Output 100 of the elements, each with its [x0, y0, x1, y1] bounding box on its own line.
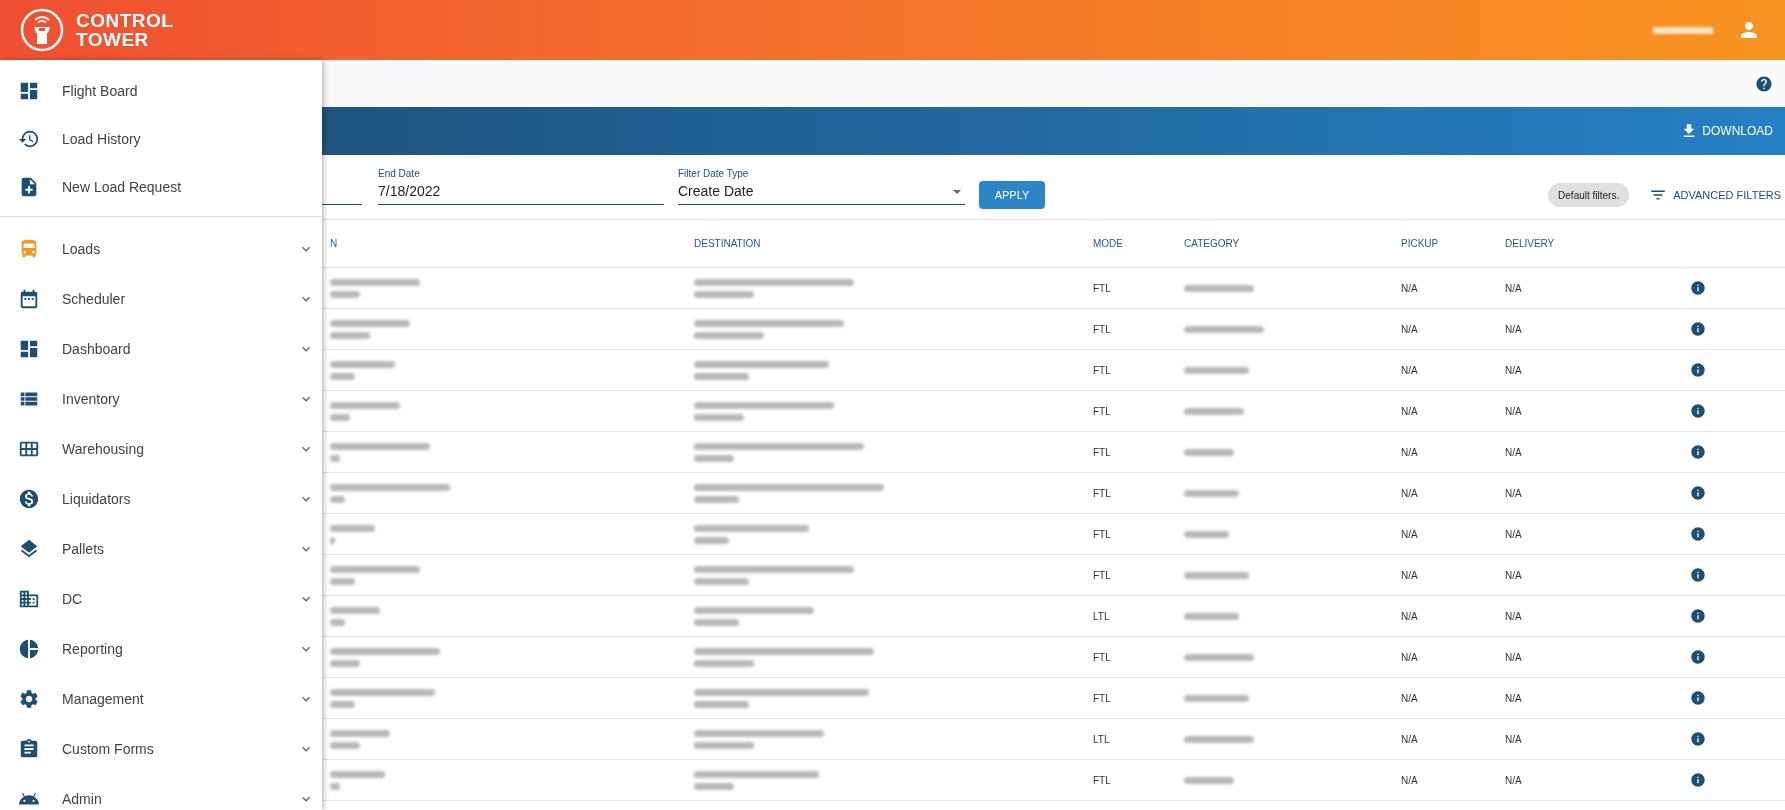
- nav-group[interactable]: Inventory: [0, 374, 322, 424]
- pickup-cell-text: N/A: [1401, 486, 1419, 501]
- dashboard-icon: [18, 80, 40, 102]
- info-icon[interactable]: [1690, 280, 1706, 296]
- blurred-text: [330, 524, 375, 532]
- blurred-text: [1184, 366, 1249, 374]
- blurred-text: [330, 536, 335, 544]
- nav-item[interactable]: Load History: [0, 115, 322, 163]
- nav-group[interactable]: Custom Forms: [0, 724, 322, 774]
- nav-group[interactable]: DC: [0, 574, 322, 624]
- info-icon[interactable]: [1690, 485, 1706, 501]
- nav-group[interactable]: Dashboard: [0, 324, 322, 374]
- info-icon[interactable]: [1690, 526, 1706, 542]
- blurred-username: [1653, 26, 1713, 34]
- mode-cell-text: FTL: [1093, 568, 1112, 583]
- blurred-text: [1184, 448, 1234, 456]
- pickup-cell-text: N/A: [1401, 773, 1419, 788]
- info-icon[interactable]: [1690, 403, 1706, 419]
- delivery-cell-text: N/A: [1505, 404, 1523, 419]
- info-icon[interactable]: [1690, 690, 1706, 706]
- delivery-cell-text: N/A: [1505, 732, 1523, 747]
- blurred-text: [330, 360, 395, 368]
- blurred-text: [330, 454, 340, 462]
- info-icon[interactable]: [1690, 731, 1706, 747]
- blurred-text: [694, 536, 729, 544]
- pickup-cell-text: N/A: [1401, 650, 1419, 665]
- delivery-cell-text: N/A: [1505, 650, 1523, 665]
- nav-group[interactable]: Pallets: [0, 524, 322, 574]
- nav-group[interactable]: Admin: [0, 774, 322, 810]
- blurred-text: [330, 606, 380, 614]
- pickup-cell-text: N/A: [1401, 363, 1419, 378]
- blurred-text: [1184, 530, 1229, 538]
- info-icon[interactable]: [1690, 444, 1706, 460]
- mode-cell-text: FTL: [1093, 445, 1112, 460]
- blurred-text: [1184, 653, 1254, 661]
- blurred-text: [330, 741, 360, 749]
- advanced-filters-button[interactable]: ADVANCED FILTERS: [1649, 186, 1781, 204]
- control-tower-logo-icon: [20, 8, 64, 52]
- nav-group[interactable]: Reporting: [0, 624, 322, 674]
- pickup-cell-text: N/A: [1401, 568, 1419, 583]
- blurred-text: [694, 331, 764, 339]
- blurred-text: [694, 577, 749, 585]
- column-header: DESTINATION: [694, 237, 762, 251]
- pickup-cell-text: N/A: [1401, 527, 1419, 542]
- apply-button[interactable]: APPLY: [979, 181, 1045, 209]
- mode-cell-text: FTL: [1093, 322, 1112, 337]
- column-header: N: [330, 237, 339, 251]
- delivery-cell-text: N/A: [1505, 527, 1523, 542]
- blurred-text: [1184, 735, 1254, 743]
- blurred-text: [330, 413, 350, 421]
- blurred-text: [694, 618, 739, 626]
- pickup-cell-text: N/A: [1401, 609, 1419, 624]
- blurred-text: [330, 577, 355, 585]
- blurred-text: [330, 782, 340, 790]
- nav-item[interactable]: Flight Board: [0, 67, 322, 115]
- nav-group[interactable]: Scheduler: [0, 274, 322, 324]
- download-button[interactable]: DOWNLOAD: [1680, 122, 1773, 140]
- info-icon[interactable]: [1690, 608, 1706, 624]
- blurred-text: [1184, 407, 1244, 415]
- blurred-text: [1184, 489, 1239, 497]
- mode-cell-text: FTL: [1093, 281, 1112, 296]
- blurred-text: [330, 659, 360, 667]
- blurred-text: [330, 401, 400, 409]
- blurred-text: [694, 741, 754, 749]
- blurred-text: [694, 413, 744, 421]
- info-icon[interactable]: [1690, 772, 1706, 788]
- nav-group[interactable]: Loads: [0, 224, 322, 274]
- column-header: DELIVERY: [1505, 237, 1556, 251]
- nav-group[interactable]: Liquidators: [0, 474, 322, 524]
- blurred-text: [330, 331, 370, 339]
- mode-cell-text: FTL: [1093, 773, 1112, 788]
- help-icon[interactable]: [1755, 74, 1773, 93]
- blurred-text: [694, 290, 754, 298]
- mode-cell-text: FTL: [1093, 404, 1112, 419]
- blurred-text: [330, 770, 385, 778]
- info-icon[interactable]: [1690, 362, 1706, 378]
- logo-text: CONTROL TOWER: [76, 11, 174, 49]
- pickup-cell-text: N/A: [1401, 732, 1419, 747]
- mode-cell-text: FTL: [1093, 691, 1112, 706]
- pickup-cell-text: N/A: [1401, 322, 1419, 337]
- end-date-field[interactable]: End Date 7/18/2022: [378, 166, 664, 205]
- blurred-text: [1184, 284, 1254, 292]
- blurred-text: [694, 659, 754, 667]
- mode-cell-text: FTL: [1093, 486, 1112, 501]
- pickup-cell-text: N/A: [1401, 445, 1419, 460]
- nav-group[interactable]: Management: [0, 674, 322, 724]
- nav-group[interactable]: Warehousing: [0, 424, 322, 474]
- column-header: PICKUP: [1401, 237, 1440, 251]
- blurred-text: [330, 700, 355, 708]
- nav-item[interactable]: New Load Request: [0, 163, 322, 211]
- info-icon[interactable]: [1690, 567, 1706, 583]
- blurred-text: [694, 700, 749, 708]
- info-icon[interactable]: [1690, 649, 1706, 665]
- blurred-text: [694, 782, 734, 790]
- blurred-text: [1184, 612, 1239, 620]
- delivery-cell-text: N/A: [1505, 773, 1523, 788]
- dollar-icon: [18, 488, 40, 510]
- date-type-select[interactable]: Filter Date Type Create Date: [678, 166, 965, 205]
- info-icon[interactable]: [1690, 321, 1706, 337]
- delivery-cell-text: N/A: [1505, 691, 1523, 706]
